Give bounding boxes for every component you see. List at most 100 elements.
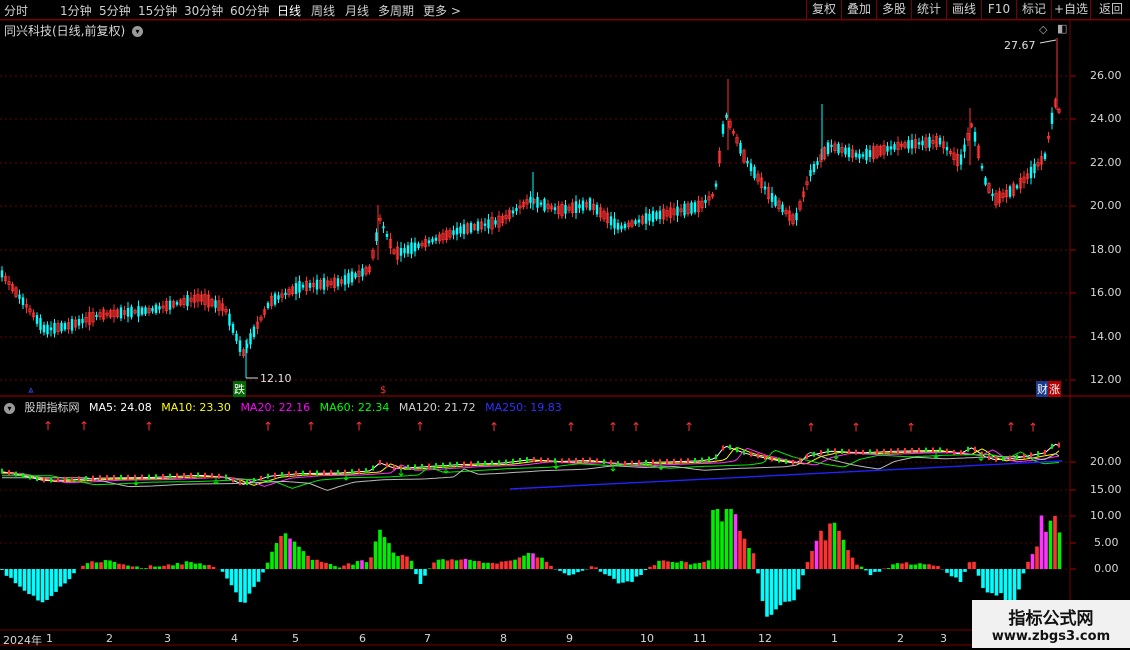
histogram-bar (243, 569, 247, 603)
histogram-bar (738, 530, 742, 569)
buy-arrow-icon: ↑ (79, 419, 89, 433)
mini-candle (1044, 449, 1046, 455)
mini-candle (729, 444, 731, 450)
mini-candle (869, 449, 871, 455)
candle-body (95, 314, 98, 318)
mini-candle (456, 461, 458, 467)
histogram-bar (409, 560, 414, 569)
mini-candle (29, 474, 31, 480)
histogram-bar (954, 569, 958, 578)
histogram-bar (355, 561, 360, 569)
histogram-bar (684, 562, 688, 569)
histogram-bar (198, 563, 202, 569)
histogram-bar (63, 569, 67, 584)
candle-body (0, 270, 4, 278)
histogram-bar (135, 566, 139, 569)
candle-body (455, 227, 459, 235)
histogram-bar (184, 561, 189, 569)
histogram-bar (234, 569, 238, 593)
candle-body (609, 216, 613, 226)
candle-body (347, 273, 350, 284)
mini-candle (330, 470, 332, 476)
candle-body (693, 202, 697, 213)
histogram-bar (612, 569, 616, 579)
price-label: 20.00 (1090, 199, 1122, 212)
histogram-bar (292, 541, 297, 569)
candle-body (252, 326, 256, 338)
indicator-axis-label: 15.00 (1090, 483, 1122, 496)
candle-body (130, 306, 133, 318)
mini-candle (421, 463, 423, 469)
mini-candle (743, 449, 745, 455)
candle-body (350, 271, 354, 283)
candle-body (889, 146, 893, 150)
histogram-bar (481, 562, 486, 569)
candle-body (553, 207, 557, 211)
candle-body (294, 283, 298, 294)
histogram-bar (45, 569, 49, 600)
sell-arrow-icon: ↓ (211, 473, 221, 487)
histogram-bar (783, 569, 787, 602)
chevron-down-icon[interactable]: ▾ (4, 402, 15, 414)
histogram-bar (238, 569, 243, 603)
histogram-bar (342, 565, 346, 569)
mini-candle (1002, 456, 1004, 462)
mini-candle (540, 457, 542, 463)
mini-candle (78, 476, 80, 482)
histogram-bar (535, 557, 540, 569)
histogram-bar (450, 559, 454, 569)
mini-candle (113, 474, 115, 480)
mini-candle (92, 475, 94, 481)
event-icon: ⩓ (28, 385, 34, 396)
histogram-bar (0, 569, 4, 570)
histogram-bar (324, 562, 328, 569)
candle-body (1015, 185, 1019, 189)
histogram-bar (454, 560, 459, 569)
candle-body (469, 222, 473, 233)
histogram-bar (648, 566, 652, 569)
histogram-bar (594, 567, 598, 569)
histogram-bar (994, 569, 999, 596)
year-label: 2024年 (3, 634, 42, 647)
mini-candle (953, 449, 955, 455)
histogram-bar (81, 565, 85, 569)
candle-body (119, 307, 123, 319)
mini-candle (925, 447, 927, 453)
mini-candle (365, 468, 367, 474)
histogram-bar (873, 569, 877, 572)
diamond-icon[interactable]: ◇ (1039, 23, 1047, 36)
mini-candle (1023, 453, 1025, 459)
month-label: 1 (831, 632, 838, 645)
candle-body (928, 136, 931, 148)
histogram-bar (486, 562, 490, 569)
mini-candle (463, 461, 465, 467)
mini-candle (267, 473, 269, 479)
histogram-bar (567, 569, 571, 576)
candle-body (980, 165, 984, 169)
sell-arrow-icon: ↓ (931, 448, 941, 462)
candle-body (322, 278, 326, 290)
mini-candle (99, 475, 101, 481)
histogram-bar (751, 553, 756, 569)
histogram-bar (931, 565, 936, 569)
histogram-bar (171, 565, 175, 569)
month-label: 5 (292, 632, 299, 645)
histogram-bar (904, 562, 909, 569)
candle-body (49, 327, 53, 331)
candle-body (844, 147, 847, 155)
candle-body (238, 340, 242, 352)
mini-candle (568, 458, 570, 464)
candle-body (168, 300, 172, 310)
mini-candle (820, 450, 822, 456)
histogram-bar (909, 564, 913, 569)
candle-body (158, 306, 161, 310)
mini-candle (757, 453, 759, 459)
histogram-bar (801, 569, 805, 576)
candle-body (847, 147, 851, 158)
mini-candle (106, 475, 108, 481)
kline-chart[interactable]: ⩓ $ ↑ ↑ ↑ ↑ ↑ ↑ ↑ ↑ ↑ ↑ ↑ ↑ ↑ ↑ ↑ ↑ ↑ ↓ ↓ ↓ ↓ ↓ ↓ ↓ ↓ ↓ ↓ ↓ (0, 0, 1130, 650)
mini-candle (190, 472, 192, 478)
high-arrow (1039, 39, 1057, 44)
histogram-bar (1026, 561, 1030, 569)
window-toggle-icon[interactable]: ◧ (1057, 22, 1067, 35)
